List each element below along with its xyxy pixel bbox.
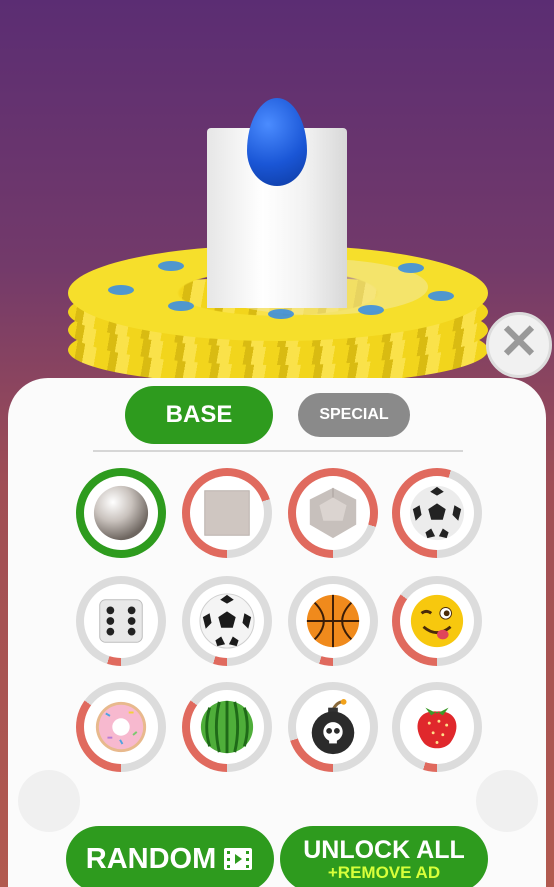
watermelon-icon <box>200 700 254 754</box>
skin-dodecahedron[interactable] <box>288 468 378 558</box>
skin-strawberry[interactable] <box>392 682 482 772</box>
remove-ad-label: +REMOVE AD <box>327 863 441 882</box>
skin-soccer-ball[interactable] <box>182 576 272 666</box>
skin-dice[interactable] <box>76 576 166 666</box>
skin-basketball[interactable] <box>288 576 378 666</box>
close-icon: ✕ <box>498 316 540 369</box>
winking-emoji-icon <box>410 594 464 648</box>
soccer-ball-icon <box>199 593 255 649</box>
donut-icon <box>95 701 147 753</box>
soccer-ball-icon <box>409 485 465 541</box>
pearl-ball-icon <box>93 485 149 541</box>
skin-soccer-ball-dark[interactable] <box>392 468 482 558</box>
skin-pearl-ball[interactable] <box>76 468 166 558</box>
close-button[interactable]: ✕ <box>486 312 552 378</box>
paint-splat <box>268 309 294 319</box>
unlock-all-label: UNLOCK ALL <box>303 836 465 864</box>
faded-button <box>18 770 80 832</box>
tab-base[interactable]: BASE <box>125 386 273 444</box>
paint-splat <box>158 261 184 271</box>
divider <box>93 450 463 452</box>
paint-splat <box>428 291 454 301</box>
random-button[interactable]: RANDOM <box>66 826 274 887</box>
paint-splat <box>358 305 384 315</box>
paint-splat <box>108 285 134 295</box>
strawberry-icon <box>417 707 457 749</box>
skin-donut[interactable] <box>76 682 166 772</box>
skin-winking-emoji[interactable] <box>392 576 482 666</box>
tab-special[interactable]: SPECIAL <box>298 393 410 437</box>
video-ad-icon <box>224 848 253 870</box>
skin-cube[interactable] <box>182 468 272 558</box>
dice-icon <box>99 599 143 643</box>
skin-grid <box>72 466 492 796</box>
unlock-all-button[interactable]: UNLOCK ALL +REMOVE AD <box>280 826 488 887</box>
paint-splat <box>168 301 194 311</box>
random-label: RANDOM <box>85 842 217 875</box>
cube-icon <box>204 490 250 536</box>
player-ball <box>247 98 307 186</box>
skin-skull-bomb[interactable] <box>288 682 378 772</box>
basketball-icon <box>306 594 360 648</box>
skin-watermelon[interactable] <box>182 682 272 772</box>
dodecahedron-icon <box>309 487 357 539</box>
paint-splat <box>398 263 424 273</box>
skull-bomb-icon <box>311 698 355 755</box>
